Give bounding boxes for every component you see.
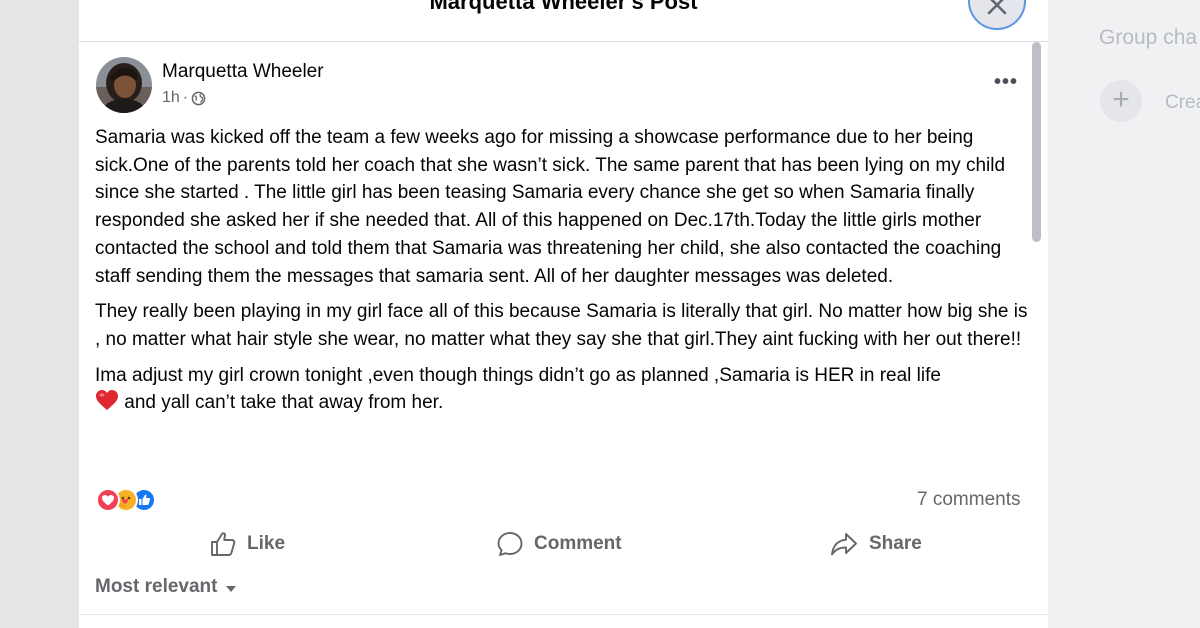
share-arrow-icon <box>831 533 857 556</box>
like-button[interactable]: Like <box>209 522 285 566</box>
post-meta: 1h · <box>162 89 206 107</box>
post-timestamp[interactable]: 1h <box>162 89 180 107</box>
love-reaction-icon <box>96 488 120 512</box>
post-paragraph-text-end: and yall can’t take that away from her. <box>124 392 444 414</box>
background-left <box>0 0 79 628</box>
reactions-summary[interactable] <box>96 488 176 512</box>
post-actions-bar: Like Comment Share <box>79 522 1048 566</box>
post-paragraph-text: Ima adjust my girl crown tonight ,even t… <box>95 364 941 386</box>
share-button[interactable]: Share <box>829 522 922 566</box>
post-paragraph: Samaria was kicked off the team a few we… <box>95 127 1006 287</box>
comment-button[interactable]: Comment <box>496 522 622 566</box>
post-author-name[interactable]: Marquetta Wheeler <box>162 61 324 83</box>
divider <box>79 614 1048 615</box>
comment-sort-label: Most relevant <box>95 576 218 597</box>
scrollbar-thumb[interactable] <box>1032 42 1041 242</box>
dialog-header: Marquetta Wheeler's Post <box>79 0 1048 42</box>
group-chats-heading: Group cha <box>1099 26 1198 49</box>
close-button[interactable] <box>968 0 1026 30</box>
share-label: Share <box>869 533 922 554</box>
more-options-button[interactable]: ••• <box>994 71 1018 94</box>
post-paragraph: Ima adjust my girl crown tonight ,even t… <box>95 362 1030 417</box>
globe-icon <box>191 91 206 105</box>
comment-label: Comment <box>534 533 622 554</box>
caret-down-icon <box>226 586 237 592</box>
thumbs-up-icon <box>211 532 236 556</box>
create-group-chat-label[interactable]: Crea <box>1165 92 1200 114</box>
red-heart-icon <box>96 390 118 411</box>
like-label: Like <box>247 533 286 554</box>
post-dialog: Marquetta Wheeler's Post Marquetta Wheel… <box>79 0 1048 628</box>
comment-sort-dropdown[interactable]: Most relevant <box>95 576 237 598</box>
post-body: Samaria was kicked off the team a few we… <box>95 124 1030 425</box>
avatar[interactable] <box>96 57 152 113</box>
comment-bubble-icon <box>497 532 523 556</box>
plus-icon[interactable]: + <box>1100 80 1142 122</box>
meta-separator: · <box>182 89 189 106</box>
close-icon <box>987 0 1007 15</box>
right-sidebar: Group cha + Crea <box>1048 0 1200 628</box>
comments-count-link[interactable]: 7 comments <box>917 489 1020 511</box>
dialog-title: Marquetta Wheeler's Post <box>429 0 698 14</box>
post-paragraph: They really been playing in my girl face… <box>95 301 1028 350</box>
